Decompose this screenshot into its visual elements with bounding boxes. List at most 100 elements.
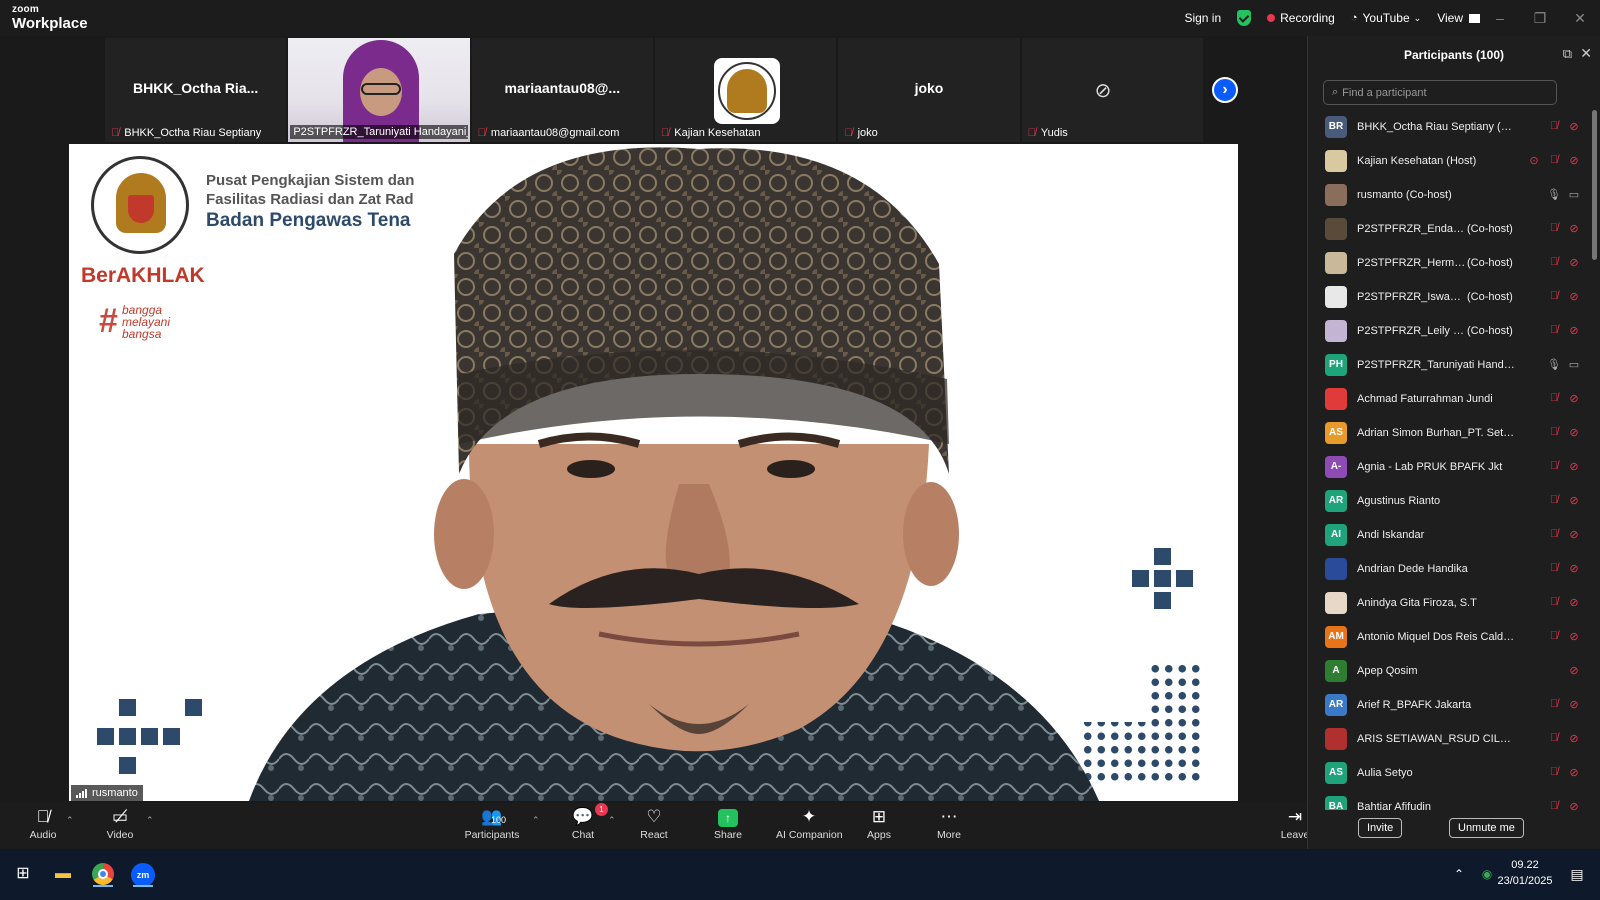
camera-icon[interactable]: ▭: [1564, 188, 1584, 201]
youtube-stream-button[interactable]: ◔ YouTube ⌄: [1351, 11, 1421, 25]
sign-in-button[interactable]: Sign in: [1184, 11, 1221, 25]
camera-off-icon[interactable]: ⊘: [1564, 664, 1584, 677]
unmute-me-button[interactable]: Unmute me: [1449, 818, 1524, 838]
shield-check-icon[interactable]: [1237, 10, 1252, 26]
zoom-taskbar-icon[interactable]: zm: [128, 859, 158, 889]
ai-companion-button[interactable]: ✦ AI Companion: [776, 807, 843, 841]
participant-row[interactable]: BA Bahtiar Afifudin 🎙̸ ⊘: [1308, 790, 1590, 810]
camera-off-icon[interactable]: ⊘: [1564, 222, 1584, 235]
thumb-tile[interactable]: joko 🎙̸ joko: [838, 38, 1022, 142]
recording-indicator[interactable]: Recording: [1267, 11, 1335, 25]
mic-off-icon[interactable]: 🎙̸: [1544, 698, 1564, 711]
camera-off-icon[interactable]: ⊘: [1564, 596, 1584, 609]
popout-icon[interactable]: ⧉: [1563, 46, 1572, 62]
share-button[interactable]: ↑ Share: [710, 807, 746, 841]
react-button[interactable]: ♡ React: [636, 807, 672, 841]
mic-off-icon[interactable]: 🎙̸: [1544, 154, 1564, 167]
participant-row[interactable]: AM Antonio Miquel Dos Reis Calde... 🎙̸ ⊘: [1308, 620, 1590, 654]
maximize-icon[interactable]: ❐: [1520, 10, 1560, 27]
close-icon[interactable]: ✕: [1580, 45, 1592, 62]
mic-off-icon[interactable]: 🎙̸: [1544, 426, 1564, 439]
thumb-tile[interactable]: BHKK_Octha Ria... 🎙̸ BHKK_Octha Riau Sept…: [105, 38, 289, 142]
participant-row[interactable]: BR BHKK_Octha Riau Septiany (Me) 🎙̸ ⊘: [1308, 110, 1590, 144]
thumb-tile[interactable]: mariaantau08@... 🎙̸ mariaantau08@gmail.co…: [471, 38, 655, 142]
mic-off-icon[interactable]: 🎙̸: [1544, 732, 1564, 745]
windows-start-icon[interactable]: ⊞: [8, 859, 38, 889]
mic-icon[interactable]: 🎙: [1544, 358, 1564, 371]
scrollbar[interactable]: [1592, 110, 1597, 260]
invite-button[interactable]: Invite: [1358, 818, 1403, 838]
participants-button[interactable]: 👥 100 Participants: [460, 807, 524, 841]
mic-off-icon[interactable]: 🎙̸: [1544, 562, 1564, 575]
camera-off-icon[interactable]: ⊘: [1564, 256, 1584, 269]
audio-options-caret[interactable]: ⌃: [66, 815, 74, 826]
window-close-icon[interactable]: ✕: [1560, 10, 1600, 27]
participant-row[interactable]: ARIS SETIAWAN_RSUD CILEUN... 🎙̸ ⊘: [1308, 722, 1590, 756]
participant-row[interactable]: AS Aulia Setyo 🎙̸ ⊘: [1308, 756, 1590, 790]
video-options-caret[interactable]: ⌃: [146, 815, 154, 826]
camera-off-icon[interactable]: ⊘: [1564, 120, 1584, 133]
participant-row[interactable]: Anindya Gita Firoza, S.T 🎙̸ ⊘: [1308, 586, 1590, 620]
video-button[interactable]: ▭̸ Video: [102, 807, 138, 841]
apps-button[interactable]: ⊞ Apps: [862, 807, 896, 841]
camera-off-icon[interactable]: ⊘: [1564, 732, 1584, 745]
participant-row[interactable]: Achmad Faturrahman Jundi 🎙̸ ⊘: [1308, 382, 1590, 416]
mic-off-icon[interactable]: 🎙̸: [1544, 256, 1564, 269]
camera-off-icon[interactable]: ⊘: [1564, 562, 1584, 575]
camera-off-icon[interactable]: ⊘: [1564, 800, 1584, 810]
mic-off-icon[interactable]: 🎙̸: [1544, 120, 1564, 133]
chrome-icon[interactable]: [88, 859, 118, 889]
more-button[interactable]: ⋯ More: [932, 807, 966, 841]
participant-row[interactable]: A Apep Qosim ⊘: [1308, 654, 1590, 688]
view-button[interactable]: View: [1437, 11, 1480, 25]
taskbar-clock[interactable]: 09.22 23/01/2025: [1495, 857, 1555, 889]
participant-row[interactable]: P2STPFRZR_Endang ... (Co-host) 🎙̸ ⊘: [1308, 212, 1590, 246]
mic-off-icon[interactable]: 🎙̸: [1544, 596, 1564, 609]
participant-row[interactable]: Kajian Kesehatan (Host) ⊙ 🎙̸ ⊘: [1308, 144, 1590, 178]
participant-row[interactable]: rusmanto (Co-host) 🎙 ▭: [1308, 178, 1590, 212]
camera-off-icon[interactable]: ⊘: [1564, 766, 1584, 779]
participant-list[interactable]: BR BHKK_Octha Riau Septiany (Me) 🎙̸ ⊘ Kajian…: [1308, 110, 1590, 810]
participant-row[interactable]: AR Arief R_BPAFK Jakarta 🎙̸ ⊘: [1308, 688, 1590, 722]
camera-off-icon[interactable]: ⊘: [1564, 426, 1584, 439]
mic-off-icon[interactable]: 🎙̸: [1544, 494, 1564, 507]
mic-off-icon[interactable]: 🎙̸: [1544, 528, 1564, 541]
thumb-tile[interactable]: 🎙̸ Kajian Kesehatan: [654, 38, 839, 142]
camera-off-icon[interactable]: ⊘: [1564, 392, 1584, 405]
mic-off-icon[interactable]: 🎙̸: [1544, 290, 1564, 303]
audio-button[interactable]: 🎙̸ Audio: [26, 807, 60, 841]
mic-off-icon[interactable]: 🎙̸: [1544, 766, 1564, 779]
minimize-icon[interactable]: –: [1480, 10, 1520, 26]
folder-icon[interactable]: ▬: [48, 859, 78, 889]
camera-icon[interactable]: ▭: [1564, 358, 1584, 371]
participants-options-caret[interactable]: ⌃: [532, 815, 540, 826]
participant-row[interactable]: AI Andi Iskandar 🎙̸ ⊘: [1308, 518, 1590, 552]
mic-off-icon[interactable]: 🎙̸: [1544, 222, 1564, 235]
camera-off-icon[interactable]: ⊘: [1564, 630, 1584, 643]
chevron-right-icon[interactable]: ›: [1212, 77, 1238, 103]
camera-off-icon[interactable]: ⊘: [1564, 528, 1584, 541]
mic-off-icon[interactable]: 🎙̸: [1544, 392, 1564, 405]
camera-off-icon[interactable]: ⊘: [1564, 698, 1584, 711]
mic-off-icon[interactable]: 🎙̸: [1544, 800, 1564, 810]
participant-search[interactable]: ⌕: [1323, 80, 1557, 105]
chat-button[interactable]: 💬 1 Chat: [566, 803, 608, 841]
mic-off-icon[interactable]: 🎙̸: [1544, 460, 1564, 473]
camera-off-icon[interactable]: ⊘: [1564, 154, 1584, 167]
notification-icon[interactable]: ▤: [1562, 859, 1592, 889]
participant-row[interactable]: P2STPFRZR_Leily Savitri(Co-host) 🎙̸⊘: [1308, 314, 1590, 348]
mic-icon[interactable]: 🎙: [1544, 188, 1564, 201]
mic-off-icon[interactable]: 🎙̸: [1544, 324, 1564, 337]
camera-off-icon[interactable]: ⊘: [1564, 290, 1584, 303]
camera-off-icon[interactable]: ⊘: [1564, 324, 1584, 337]
tray-chevron-up-icon[interactable]: ⌃: [1444, 859, 1474, 889]
participant-row[interactable]: P2STPFRZR_Hermans...(Co-host) 🎙̸⊘: [1308, 246, 1590, 280]
participant-row[interactable]: AR Agustinus Rianto 🎙̸ ⊘: [1308, 484, 1590, 518]
camera-off-icon[interactable]: ⊘: [1564, 494, 1584, 507]
participant-row[interactable]: AS Adrian Simon Burhan_PT. Setia ... 🎙̸ ⊘: [1308, 416, 1590, 450]
participant-row[interactable]: A- Agnia - Lab PRUK BPAFK Jkt 🎙̸ ⊘: [1308, 450, 1590, 484]
thumb-tile[interactable]: ⊘ 🎙̸ Yudis: [1021, 38, 1205, 142]
mic-off-icon[interactable]: 🎙̸: [1544, 630, 1564, 643]
thumb-tile-video[interactable]: P2STPFRZR_Taruniyati Handayani_B...: [288, 38, 472, 142]
participant-row[interactable]: Andrian Dede Handika 🎙̸ ⊘: [1308, 552, 1590, 586]
